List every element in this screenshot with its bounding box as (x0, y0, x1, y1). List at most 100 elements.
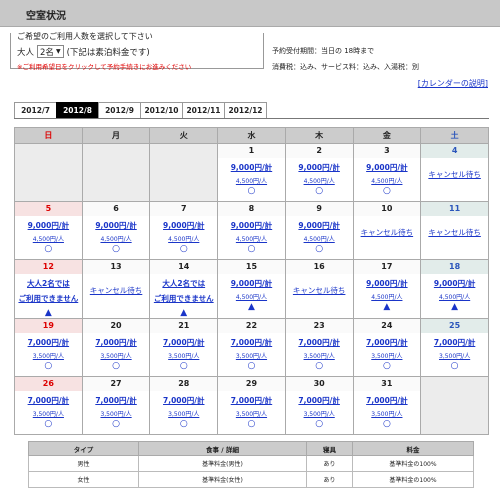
calendar-day-cell[interactable]: 10 キャンセル待ち (352, 201, 422, 260)
price-per-person[interactable]: 4,500円/人 (354, 292, 421, 301)
calendar-day-cell[interactable]: 28 7,000円/計 3,500円/人 ○ (149, 376, 219, 435)
price-total-link[interactable]: 7,000円/計 (15, 395, 82, 406)
limit-message[interactable]: 大人2名では (15, 278, 82, 290)
price-total-link[interactable]: 7,000円/計 (421, 337, 488, 348)
calendar-day-cell[interactable]: 27 7,000円/計 3,500円/人 ○ (81, 376, 151, 435)
circle-availability-icon[interactable]: ○ (218, 419, 285, 429)
circle-availability-icon[interactable]: ○ (83, 361, 150, 371)
price-total-link[interactable]: 7,000円/計 (286, 395, 353, 406)
calendar-day-cell[interactable]: 24 7,000円/計 3,500円/人 ○ (352, 318, 422, 377)
circle-availability-icon[interactable]: ○ (218, 186, 285, 196)
triangle-availability-icon[interactable]: ▲ (421, 302, 488, 312)
calendar-day-cell[interactable]: 25 7,000円/計 3,500円/人 ○ (420, 318, 489, 377)
limit-message[interactable]: ご利用できません (15, 293, 82, 305)
price-total-link[interactable]: 7,000円/計 (150, 395, 217, 406)
calendar-day-cell[interactable]: 17 9,000円/計 4,500円/人 ▲ (352, 259, 422, 319)
tab-month[interactable]: 2012/10 (140, 102, 183, 119)
calendar-day-cell[interactable]: 9 9,000円/計 4,500円/人 ○ (284, 201, 354, 260)
circle-availability-icon[interactable]: ○ (286, 186, 353, 196)
triangle-availability-icon[interactable]: ▲ (354, 302, 421, 312)
price-total-link[interactable]: 9,000円/計 (218, 220, 285, 231)
calendar-day-cell[interactable]: 29 7,000円/計 3,500円/人 ○ (217, 376, 286, 435)
circle-availability-icon[interactable]: ○ (150, 419, 217, 429)
price-total-link[interactable]: 9,000円/計 (218, 278, 285, 289)
calendar-help-link[interactable]: [カレンダーの説明] (418, 78, 488, 89)
tab-month[interactable]: 2012/11 (182, 102, 225, 119)
circle-availability-icon[interactable]: ○ (354, 186, 421, 196)
cancel-wait-link[interactable]: キャンセル待ち (354, 227, 421, 238)
price-per-person[interactable]: 3,500円/人 (83, 351, 150, 360)
circle-availability-icon[interactable]: ○ (421, 361, 488, 371)
calendar-day-cell[interactable]: 20 7,000円/計 3,500円/人 ○ (81, 318, 151, 377)
limit-message[interactable]: ご利用できません (150, 293, 217, 305)
price-total-link[interactable]: 7,000円/計 (150, 337, 217, 348)
calendar-day-cell[interactable]: 26 7,000円/計 3,500円/人 ○ (14, 376, 83, 435)
circle-availability-icon[interactable]: ○ (354, 361, 421, 371)
cancel-wait-link[interactable]: キャンセル待ち (286, 285, 353, 296)
price-per-person[interactable]: 3,500円/人 (286, 351, 353, 360)
cancel-wait-link[interactable]: キャンセル待ち (83, 285, 150, 296)
price-total-link[interactable]: 9,000円/計 (15, 220, 82, 231)
price-per-person[interactable]: 4,500円/人 (218, 292, 285, 301)
price-per-person[interactable]: 3,500円/人 (218, 351, 285, 360)
calendar-day-cell[interactable]: 1 9,000円/計 4,500円/人 ○ (217, 143, 286, 202)
calendar-day-cell[interactable]: 7 9,000円/計 4,500円/人 ○ (149, 201, 219, 260)
price-total-link[interactable]: 9,000円/計 (286, 220, 353, 231)
calendar-day-cell[interactable]: 16 キャンセル待ち (284, 259, 354, 319)
price-per-person[interactable]: 3,500円/人 (83, 409, 150, 418)
price-total-link[interactable]: 9,000円/計 (421, 278, 488, 289)
price-per-person[interactable]: 4,500円/人 (286, 234, 353, 243)
limit-message[interactable]: 大人2名では (150, 278, 217, 290)
price-total-link[interactable]: 7,000円/計 (218, 337, 285, 348)
price-total-link[interactable]: 7,000円/計 (354, 337, 421, 348)
circle-availability-icon[interactable]: ○ (286, 419, 353, 429)
price-total-link[interactable]: 7,000円/計 (286, 337, 353, 348)
calendar-day-cell[interactable]: 12 大人2名では ご利用できません ▲ (14, 259, 83, 319)
tab-month[interactable]: 2012/7 (14, 102, 57, 119)
calendar-day-cell[interactable]: 13 キャンセル待ち (81, 259, 151, 319)
cancel-wait-link[interactable]: キャンセル待ち (421, 227, 488, 238)
price-total-link[interactable]: 7,000円/計 (15, 337, 82, 348)
calendar-day-cell[interactable]: 8 9,000円/計 4,500円/人 ○ (217, 201, 286, 260)
circle-availability-icon[interactable]: ○ (218, 361, 285, 371)
calendar-day-cell[interactable]: 14 大人2名では ご利用できません ▲ (149, 259, 219, 319)
price-per-person[interactable]: 3,500円/人 (286, 409, 353, 418)
price-per-person[interactable]: 3,500円/人 (421, 351, 488, 360)
circle-availability-icon[interactable]: ○ (83, 419, 150, 429)
price-per-person[interactable]: 4,500円/人 (218, 234, 285, 243)
price-per-person[interactable]: 4,500円/人 (218, 176, 285, 185)
calendar-day-cell[interactable]: 6 9,000円/計 4,500円/人 ○ (81, 201, 151, 260)
calendar-day-cell[interactable]: 2 9,000円/計 4,500円/人 ○ (284, 143, 354, 202)
tab-month[interactable]: 2012/12 (224, 102, 267, 119)
price-per-person[interactable]: 3,500円/人 (354, 351, 421, 360)
price-per-person[interactable]: 4,500円/人 (15, 234, 82, 243)
price-total-link[interactable]: 9,000円/計 (83, 220, 150, 231)
price-per-person[interactable]: 4,500円/人 (354, 176, 421, 185)
guest-count-select[interactable]: 2名 ▼ (37, 45, 64, 58)
price-total-link[interactable]: 9,000円/計 (286, 162, 353, 173)
calendar-day-cell[interactable]: 5 9,000円/計 4,500円/人 ○ (14, 201, 83, 260)
circle-availability-icon[interactable]: ○ (15, 361, 82, 371)
price-per-person[interactable]: 3,500円/人 (354, 409, 421, 418)
price-per-person[interactable]: 3,500円/人 (150, 409, 217, 418)
calendar-day-cell[interactable]: 21 7,000円/計 3,500円/人 ○ (149, 318, 219, 377)
price-total-link[interactable]: 9,000円/計 (354, 278, 421, 289)
price-per-person[interactable]: 4,500円/人 (421, 292, 488, 301)
price-total-link[interactable]: 7,000円/計 (83, 337, 150, 348)
price-total-link[interactable]: 9,000円/計 (354, 162, 421, 173)
price-total-link[interactable]: 7,000円/計 (218, 395, 285, 406)
price-per-person[interactable]: 3,500円/人 (218, 409, 285, 418)
circle-availability-icon[interactable]: ○ (83, 244, 150, 254)
circle-availability-icon[interactable]: ○ (354, 419, 421, 429)
calendar-day-cell[interactable]: 3 9,000円/計 4,500円/人 ○ (352, 143, 422, 202)
calendar-day-cell[interactable]: 11 キャンセル待ち (420, 201, 489, 260)
price-per-person[interactable]: 3,500円/人 (15, 351, 82, 360)
price-per-person[interactable]: 3,500円/人 (150, 351, 217, 360)
triangle-availability-icon[interactable]: ▲ (150, 308, 217, 318)
circle-availability-icon[interactable]: ○ (15, 244, 82, 254)
triangle-availability-icon[interactable]: ▲ (218, 302, 285, 312)
price-per-person[interactable]: 3,500円/人 (15, 409, 82, 418)
calendar-day-cell[interactable]: 4 キャンセル待ち (420, 143, 489, 202)
price-total-link[interactable]: 9,000円/計 (150, 220, 217, 231)
calendar-day-cell[interactable]: 31 7,000円/計 3,500円/人 ○ (352, 376, 422, 435)
